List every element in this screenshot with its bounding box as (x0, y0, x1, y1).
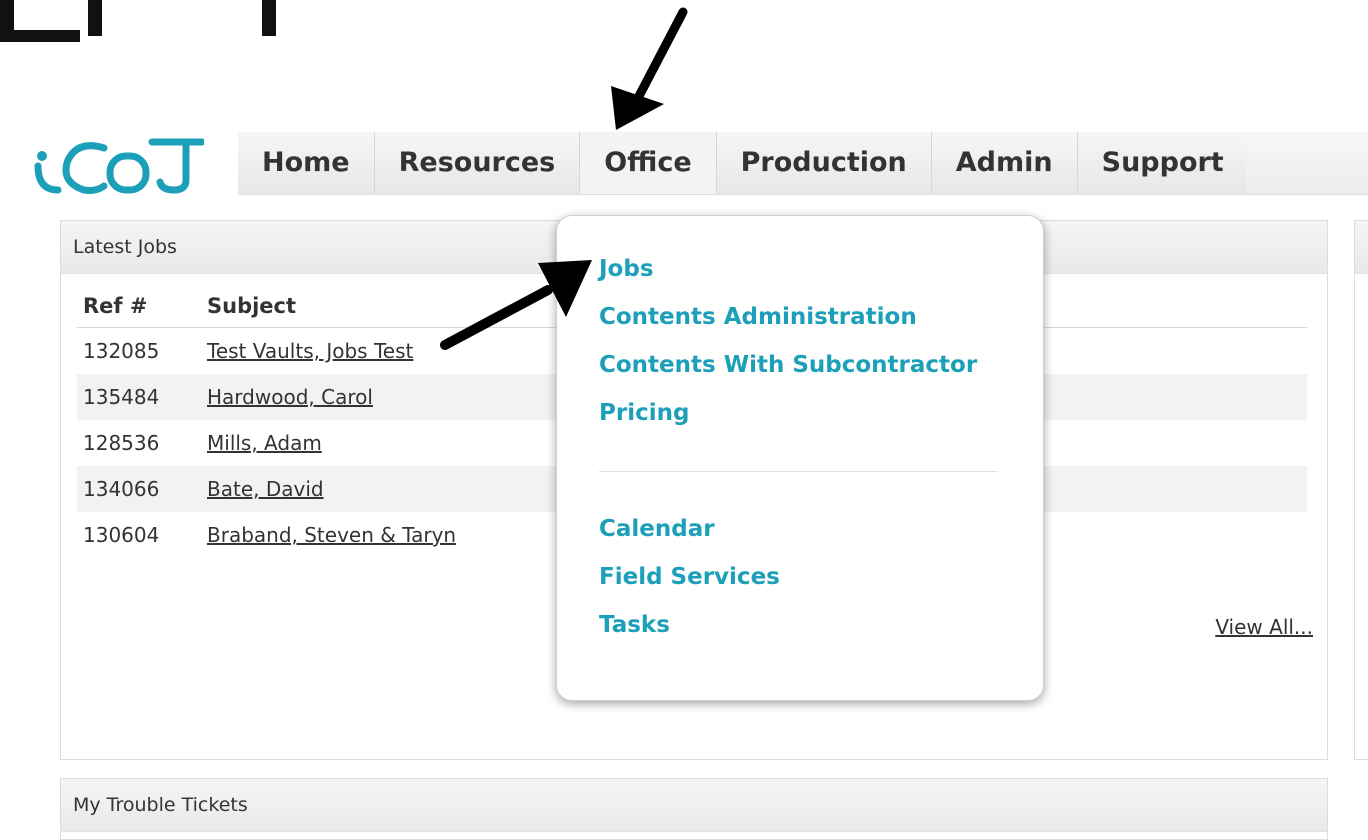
job-ref: 132085 (83, 339, 160, 363)
tab-admin[interactable]: Admin (932, 132, 1078, 194)
trouble-tickets-title: My Trouble Tickets (61, 779, 1327, 832)
job-ref: 130604 (83, 523, 160, 547)
tab-production[interactable]: Production (717, 132, 932, 194)
menu-item-pricing[interactable]: Pricing (599, 400, 689, 426)
arrow-to-office-icon (611, 7, 688, 130)
menu-item-calendar[interactable]: Calendar (599, 516, 715, 542)
menu-item-contents-with-subcontractor[interactable]: Contents With Subcontractor (599, 352, 977, 378)
menu-item-field-services[interactable]: Field Services (599, 564, 780, 590)
job-ref: 134066 (77, 466, 201, 512)
tab-office[interactable]: Office (580, 132, 717, 194)
job-subject-link[interactable]: Mills, Adam (207, 431, 322, 455)
icat-logo[interactable] (34, 134, 204, 196)
partial-heading-glyph (262, 0, 276, 36)
menu-divider (599, 471, 997, 472)
view-all-link[interactable]: View All... (1215, 615, 1313, 639)
menu-item-contents-administration[interactable]: Contents Administration (599, 304, 917, 330)
partial-heading-glyph (88, 0, 102, 36)
tab-resources[interactable]: Resources (375, 132, 581, 194)
right-panel-header (1355, 221, 1368, 274)
job-ref: 128536 (83, 431, 160, 455)
office-dropdown-menu: Jobs Contents Administration Contents Wi… (556, 215, 1044, 701)
column-header-ref: Ref # (77, 285, 201, 328)
trouble-tickets-panel: My Trouble Tickets (60, 778, 1328, 840)
job-subject-link[interactable]: Hardwood, Carol (207, 385, 373, 409)
main-nav: Home Resources Office Production Admin S… (238, 132, 1246, 194)
menu-item-jobs[interactable]: Jobs (599, 256, 654, 282)
job-ref: 135484 (77, 374, 201, 420)
job-subject-link[interactable]: Braband, Steven & Taryn (207, 523, 456, 547)
tab-home[interactable]: Home (238, 132, 375, 194)
menu-item-tasks[interactable]: Tasks (599, 612, 670, 638)
right-side-panel (1354, 220, 1368, 760)
partial-heading-glyph (0, 30, 80, 42)
job-subject-link[interactable]: Bate, David (207, 477, 324, 501)
tab-support[interactable]: Support (1078, 132, 1246, 194)
job-subject-link[interactable]: Test Vaults, Jobs Test (207, 339, 413, 363)
